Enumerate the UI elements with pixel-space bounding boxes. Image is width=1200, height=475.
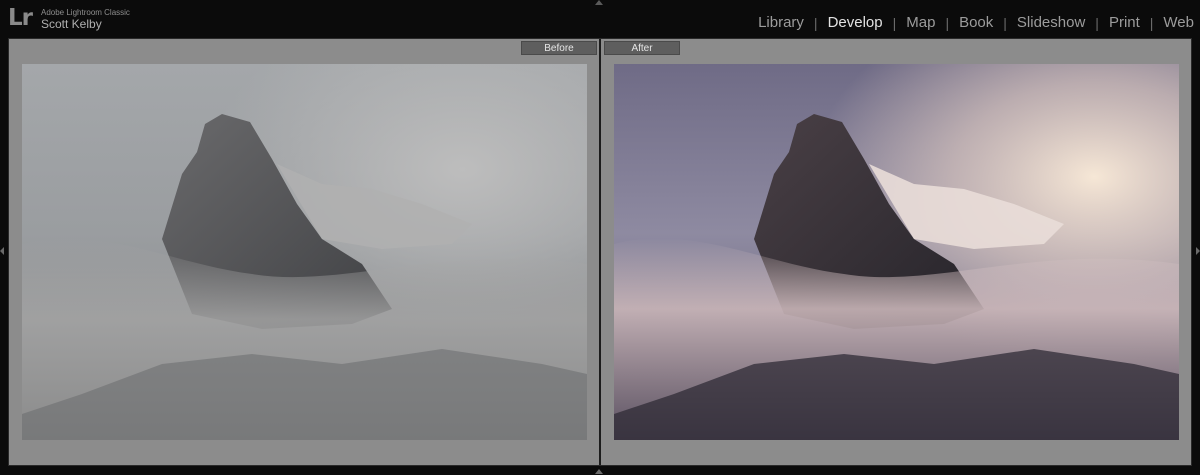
identity-plate: Lr Adobe Lightroom Classic Scott Kelby — [8, 6, 130, 32]
collapse-bottom-panel-icon[interactable] — [595, 469, 603, 474]
before-pane: Before — [9, 39, 599, 465]
after-photo-image — [614, 64, 1179, 440]
after-label: After — [604, 41, 680, 55]
module-separator: | — [813, 15, 818, 31]
module-library[interactable]: Library — [758, 12, 804, 34]
after-pane: After — [601, 39, 1191, 465]
module-book[interactable]: Book — [959, 12, 993, 34]
before-label: Before — [521, 41, 597, 55]
after-photo[interactable] — [614, 64, 1179, 440]
compare-view: Before After — [8, 38, 1192, 466]
collapse-left-panel-icon[interactable] — [0, 247, 4, 255]
before-photo-image — [22, 64, 587, 440]
module-separator: | — [1003, 15, 1007, 31]
lightroom-logo: Lr — [8, 5, 33, 31]
lightroom-window: Lr Adobe Lightroom Classic Scott Kelby L… — [0, 0, 1200, 475]
before-photo[interactable] — [22, 64, 587, 440]
module-separator: | — [1095, 15, 1099, 31]
product-name: Adobe Lightroom Classic — [41, 8, 130, 17]
module-picker: Library | Develop | Map | Book | Slidesh… — [758, 12, 1194, 34]
module-separator: | — [945, 15, 950, 31]
module-separator: | — [1149, 15, 1154, 31]
module-separator: | — [892, 15, 897, 31]
module-web[interactable]: Web — [1163, 12, 1194, 34]
collapse-top-panel-icon[interactable] — [595, 0, 603, 5]
module-map[interactable]: Map — [906, 12, 935, 34]
module-slideshow[interactable]: Slideshow — [1017, 12, 1085, 34]
module-print[interactable]: Print — [1109, 12, 1140, 34]
identity-text: Adobe Lightroom Classic Scott Kelby — [41, 8, 130, 31]
user-name: Scott Kelby — [41, 17, 102, 31]
collapse-right-panel-icon[interactable] — [1196, 247, 1200, 255]
module-develop[interactable]: Develop — [828, 12, 883, 34]
